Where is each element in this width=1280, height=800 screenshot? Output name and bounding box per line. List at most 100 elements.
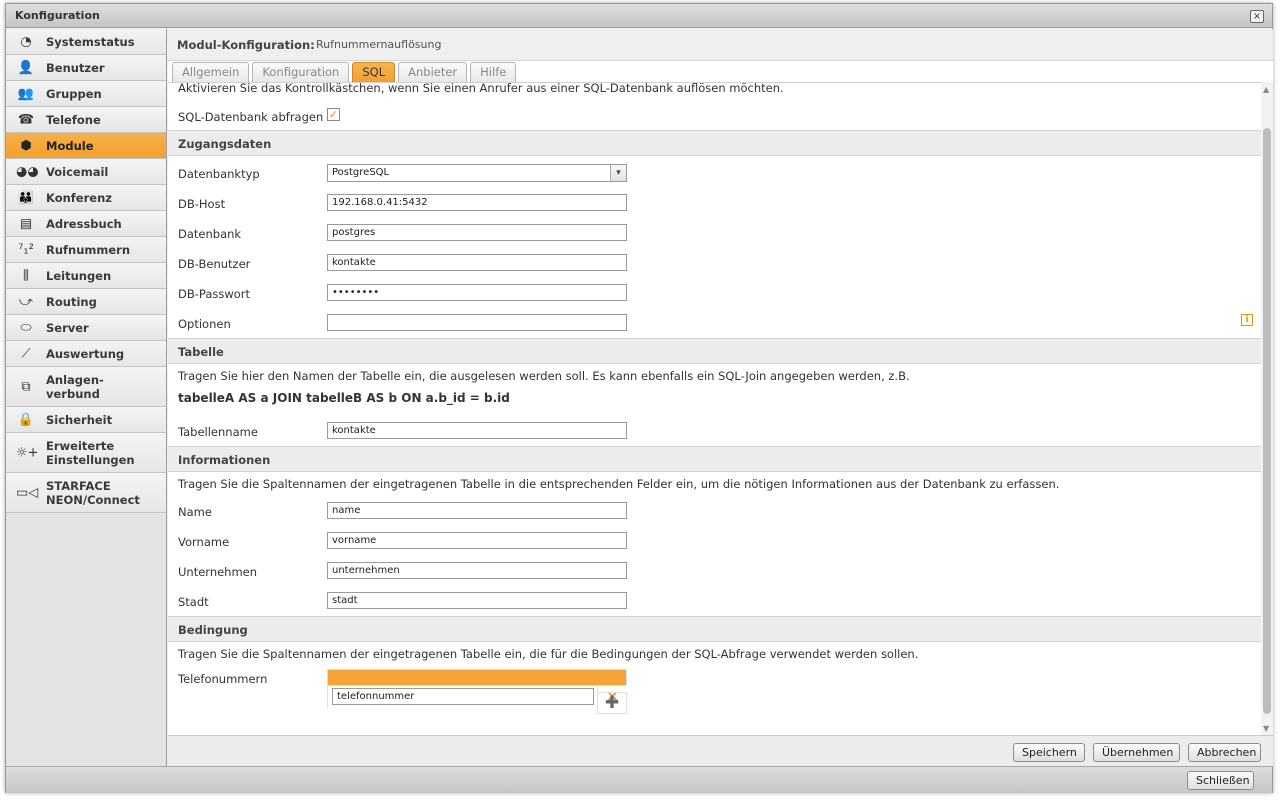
conference-icon: 👪 — [17, 190, 35, 205]
server-icon: ⬭ — [20, 320, 32, 335]
sidebar-item-label: Leitungen — [46, 268, 112, 283]
window-title: Konfiguration — [15, 9, 100, 22]
section-zugangsdaten: Zugangsdaten — [168, 130, 1261, 156]
cancel-button[interactable]: Abbrechen — [1188, 743, 1261, 762]
module-header-value: Rufnummernauflösung — [316, 38, 442, 51]
section-title: Informationen — [178, 453, 271, 467]
sidebar-item-gruppen[interactable]: 👥 Gruppen — [6, 81, 166, 107]
phone-column-input[interactable]: telefonnummer — [332, 688, 594, 705]
database-input[interactable]: postgres — [327, 224, 627, 241]
sidebar-item-telefone[interactable]: ☎ Telefone — [6, 107, 166, 133]
scroll-up-icon[interactable]: ▲ — [1263, 85, 1269, 94]
sidebar-item-starface-neon[interactable]: ▭◁ STARFACE NEON/Connect — [6, 473, 166, 513]
db-user-label: DB-Benutzer — [178, 257, 251, 271]
city-input[interactable]: stadt — [327, 592, 627, 609]
db-host-row: DB-Host 192.168.0.41:5432 — [168, 194, 1261, 214]
module-header: Modul-Konfiguration: Rufnummernauflösung — [168, 29, 1273, 61]
company-input[interactable]: unternehmen — [327, 562, 627, 579]
db-type-select[interactable]: PostgreSQL ▾ — [327, 164, 627, 182]
sidebar-item-label: Konferenz — [46, 190, 112, 205]
sidebar-item-label: Benutzer — [46, 60, 105, 75]
city-row: Stadt stadt — [168, 592, 1261, 612]
sidebar-item-label: Auswertung — [46, 346, 125, 361]
name-input[interactable]: name — [327, 502, 627, 519]
table-name-input[interactable]: kontakte — [327, 422, 627, 439]
section-title: Bedingung — [178, 623, 248, 637]
sidebar-item-erweiterte-einstellungen[interactable]: ☼+ Erweiterte Einstellungen — [6, 433, 166, 473]
sidebar-item-leitungen[interactable]: ⫼ Leitungen — [6, 263, 166, 289]
intro-text: Aktivieren Sie das Kontrollkästchen, wen… — [178, 82, 784, 95]
db-host-label: DB-Host — [178, 197, 226, 211]
sidebar-item-benutzer[interactable]: 👤 Benutzer — [6, 55, 166, 81]
lines-icon: ⫼ — [23, 268, 29, 283]
name-label: Name — [178, 505, 212, 519]
sidebar-item-auswertung[interactable]: ⟋ Auswertung — [6, 341, 166, 367]
firstname-input[interactable]: vorname — [327, 532, 627, 549]
sidebar-item-konferenz[interactable]: 👪 Konferenz — [6, 185, 166, 211]
db-type-label: Datenbanktyp — [178, 167, 260, 181]
routing-icon: ⤻ — [19, 294, 33, 309]
section-title: Zugangsdaten — [178, 137, 272, 151]
save-button[interactable]: Speichern — [1013, 743, 1085, 762]
tab-hilfe[interactable]: Hilfe — [470, 62, 517, 82]
section-tabelle: Tabelle — [168, 338, 1261, 364]
content-scrollbar[interactable]: ▲ ▼ — [1261, 82, 1273, 735]
tab-konfiguration[interactable]: Konfiguration — [252, 62, 350, 82]
configuration-window: Konfiguration × ◔ Systemstatus 👤 Benutzer … — [5, 3, 1273, 793]
table-name-label: Tabellenname — [178, 425, 258, 439]
lock-icon: 🔒 — [17, 412, 35, 427]
sql-settings-content: Aktivieren Sie das Kontrollkästchen, wen… — [168, 82, 1261, 735]
scrollbar-thumb[interactable] — [1263, 128, 1271, 714]
name-row: Name name — [168, 502, 1261, 522]
add-icon[interactable]: ✚ — [597, 692, 627, 714]
info-icon[interactable]: i — [1241, 314, 1253, 326]
close-window-icon[interactable]: × — [1250, 10, 1264, 23]
sql-query-checkbox[interactable]: ✓ — [327, 108, 340, 121]
sidebar-item-anlagenverbund[interactable]: ⧉ Anlagen- verbund — [6, 367, 166, 407]
bottom-bar: Schließen — [6, 766, 1272, 793]
advanced-settings-icon: ☼+ — [16, 445, 39, 460]
sidebar-item-label: Adressbuch — [46, 216, 122, 231]
table-example: tabelleA AS a JOIN tabelleB AS b ON a.b_… — [178, 391, 510, 405]
tab-allgemein[interactable]: Allgemein — [172, 62, 250, 82]
sidebar-item-label: Erweiterte Einstellungen — [46, 438, 135, 467]
sidebar-item-label: Rufnummern — [46, 242, 131, 257]
apply-button[interactable]: Übernehmen — [1093, 743, 1180, 762]
sidebar-item-systemstatus[interactable]: ◔ Systemstatus — [6, 29, 166, 55]
sql-query-label: SQL-Datenbank abfragen — [178, 110, 324, 124]
sidebar-item-label: Systemstatus — [46, 34, 135, 49]
firstname-label: Vorname — [178, 535, 230, 549]
tab-anbieter[interactable]: Anbieter — [398, 62, 468, 82]
table-name-row: Tabellenname kontakte — [168, 422, 1261, 442]
db-password-label: DB-Passwort — [178, 287, 251, 301]
systemstatus-icon: ◔ — [20, 34, 32, 49]
close-button[interactable]: Schließen — [1187, 771, 1254, 790]
chevron-down-icon[interactable]: ▾ — [610, 165, 626, 181]
db-type-value: PostgreSQL — [332, 167, 390, 178]
sidebar-item-adressbuch[interactable]: ▤ Adressbuch — [6, 211, 166, 237]
statistics-icon: ⟋ — [21, 346, 31, 361]
section-title: Tabelle — [178, 345, 224, 359]
options-input[interactable] — [327, 314, 627, 331]
firstname-row: Vorname vorname — [168, 532, 1261, 552]
sidebar-item-voicemail[interactable]: ◕◕ Voicemail — [6, 159, 166, 185]
sidebar-item-rufnummern[interactable]: ⁷₁² Rufnummern — [6, 237, 166, 263]
sql-query-row: SQL-Datenbank abfragen ✓ — [168, 107, 1261, 127]
city-label: Stadt — [178, 595, 209, 609]
options-label: Optionen — [178, 317, 231, 331]
scroll-down-icon[interactable]: ▼ — [1263, 724, 1269, 733]
sidebar-item-server[interactable]: ⬭ Server — [6, 315, 166, 341]
sidebar-item-routing[interactable]: ⤻ Routing — [6, 289, 166, 315]
db-user-input[interactable]: kontakte — [327, 254, 627, 271]
db-password-input[interactable]: •••••••• — [327, 284, 627, 301]
db-host-input[interactable]: 192.168.0.41:5432 — [327, 194, 627, 211]
tab-sql[interactable]: SQL — [352, 62, 396, 82]
company-row: Unternehmen unternehmen — [168, 562, 1261, 582]
sidebar-item-label: Sicherheit — [46, 412, 113, 427]
user-icon: 👤 — [17, 60, 35, 75]
sidebar-item-module[interactable]: ⬢ Module — [6, 133, 166, 159]
main-panel: Modul-Konfiguration: Rufnummernauflösung… — [168, 29, 1273, 766]
tab-bar: Allgemein Konfiguration SQL Anbieter Hil… — [172, 62, 517, 82]
sidebar-item-label: Module — [46, 138, 94, 153]
sidebar-item-sicherheit[interactable]: 🔒 Sicherheit — [6, 407, 166, 433]
